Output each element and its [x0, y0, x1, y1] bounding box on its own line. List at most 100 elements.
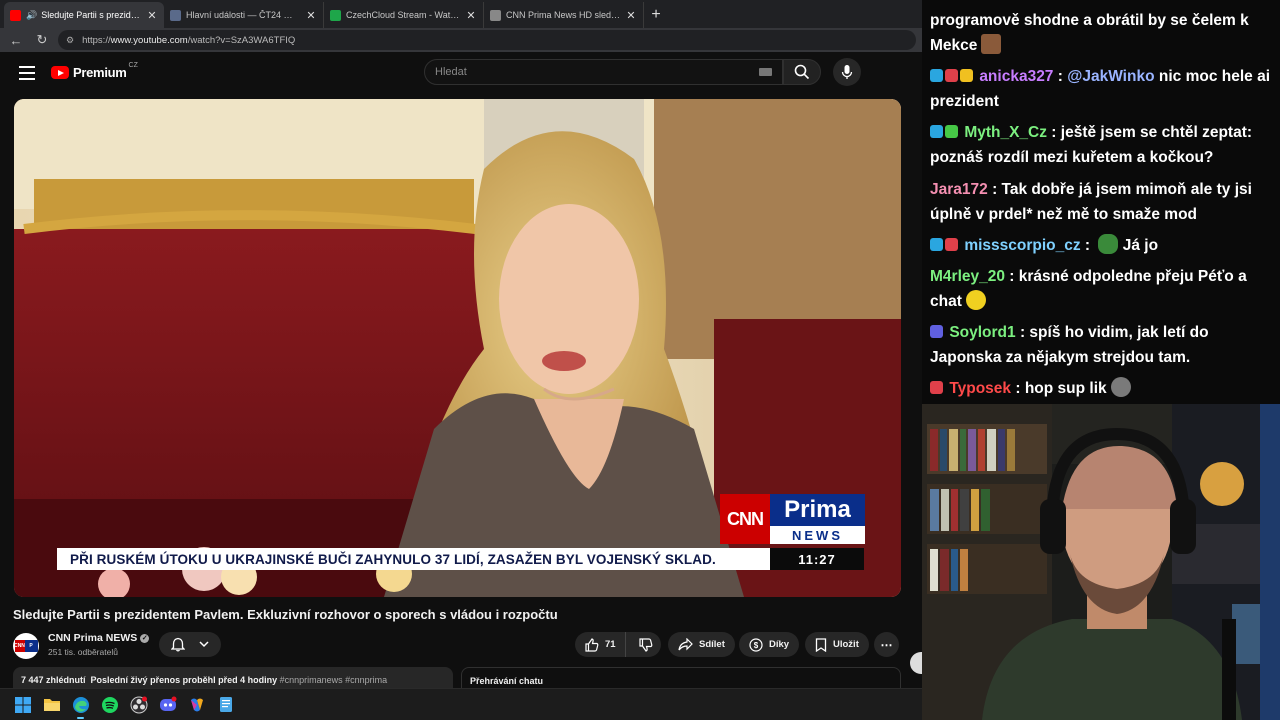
voice-search-button[interactable] — [833, 58, 861, 86]
badge-icon — [930, 125, 943, 138]
channel-avatar[interactable]: CNN P — [13, 633, 39, 659]
tab-strip: 🔊 Sledujte Partii s prezidentem ✕ Hlavní… — [0, 0, 922, 28]
thanks-button[interactable]: $ Díky — [739, 632, 800, 657]
new-tab-button[interactable]: + — [644, 2, 668, 28]
keyboard-icon[interactable] — [759, 68, 772, 76]
thumbs-up-icon — [585, 637, 599, 652]
side-panel-toggle[interactable] — [910, 652, 922, 674]
share-button[interactable]: Sdílet — [668, 632, 735, 657]
logo-country: CZ — [128, 62, 138, 69]
chat-mention: @JakWinko — [1067, 68, 1155, 85]
badge-icon — [945, 69, 958, 82]
youtube-header: Premium CZ Hledat — [0, 52, 922, 94]
close-tab-icon[interactable]: ✕ — [465, 9, 477, 22]
search-placeholder: Hledat — [435, 66, 467, 78]
more-icon: ⋯ — [880, 637, 893, 652]
webcam-frame — [922, 404, 1280, 720]
ticker-headline: PŘI RUSKÉM ÚTOKU U UKRAJINSKÉ BUČI ZAHYN… — [57, 548, 770, 570]
menu-icon[interactable] — [19, 66, 35, 80]
chat-message: Typosek : hop sup lik — [930, 376, 1272, 401]
spotify-icon[interactable] — [99, 694, 120, 715]
share-icon — [678, 638, 693, 651]
dislike-button[interactable] — [632, 637, 661, 652]
close-tab-icon[interactable]: ✕ — [146, 9, 158, 22]
bell-icon — [171, 637, 185, 652]
video-player[interactable]: CNN Prima NEWS PŘI RUSKÉM ÚTOKU U UKRAJI… — [14, 99, 901, 597]
site-info-icon[interactable]: ⚙ — [66, 35, 74, 46]
prima-news-logo: Prima NEWS — [770, 494, 865, 544]
chat-username[interactable]: anicka327 — [979, 68, 1053, 85]
avatar-cnn-part: CNN — [14, 640, 25, 652]
tab-title: Sledujte Partii s prezidentem — [41, 10, 142, 20]
chat-username[interactable]: Jara172 — [930, 181, 988, 198]
edge-browser-icon[interactable] — [70, 694, 91, 719]
url-field[interactable]: ⚙ https://www.youtube.com/watch?v=SzA3WA… — [58, 30, 916, 50]
search-button[interactable] — [783, 59, 821, 85]
badge-icon — [930, 325, 943, 338]
reload-button[interactable]: ↻ — [32, 30, 52, 50]
discord-icon[interactable] — [157, 694, 178, 715]
emote-icon — [981, 34, 1002, 54]
chat-message: Soylord1 : spíš ho vidim, jak letí do Ja… — [930, 324, 1209, 366]
browser-tab-ct24[interactable]: Hlavní události — ČT24 — Česká ✕ — [164, 2, 324, 28]
cnn-logo: CNN — [720, 494, 770, 544]
more-actions-button[interactable]: ⋯ — [874, 632, 899, 657]
ticker-clock: 11:27 — [770, 548, 864, 570]
browser-tab-youtube[interactable]: 🔊 Sledujte Partii s prezidentem ✕ — [4, 2, 164, 28]
browser-tab-czechcloud[interactable]: CzechCloud Stream - Watch Live o ✕ — [324, 2, 484, 28]
channel-name[interactable]: CNN Prima NEWS ✓ — [48, 632, 150, 644]
tab-title: CzechCloud Stream - Watch Live o — [346, 10, 461, 20]
chevron-down-icon — [199, 641, 209, 648]
desktop: 🔊 Sledujte Partii s prezidentem ✕ Hlavní… — [0, 0, 1280, 720]
chat-username[interactable]: Typosek — [949, 380, 1011, 397]
close-tab-icon[interactable]: ✕ — [305, 9, 317, 22]
close-tab-icon[interactable]: ✕ — [625, 9, 637, 22]
cnnprima-favicon-icon — [490, 9, 501, 21]
chat-replay-label: Přehrávání chatu — [470, 676, 544, 686]
chat-username[interactable]: M4rley_20 — [930, 268, 1005, 285]
back-button[interactable]: ← — [6, 30, 26, 50]
save-button[interactable]: Uložit — [805, 632, 869, 657]
avatar-prima-part: P — [24, 640, 38, 652]
file-explorer-icon[interactable] — [41, 694, 62, 715]
live-status: Poslední živý přenos proběhl před 4 hodi… — [90, 675, 278, 685]
thanks-label: Díky — [769, 639, 790, 650]
tab-title: Hlavní události — ČT24 — Česká — [186, 10, 301, 20]
wave-emote-icon — [965, 290, 986, 310]
news-ticker: PŘI RUSKÉM ÚTOKU U UKRAJINSKÉ BUČI ZAHYN… — [57, 548, 893, 570]
svg-text:$: $ — [754, 641, 759, 650]
save-icon — [815, 637, 827, 652]
obs-studio-icon[interactable] — [128, 694, 149, 715]
turtle-emote-icon — [1098, 234, 1119, 254]
speaker-icon: 🔊 — [26, 9, 38, 20]
chat-username[interactable]: Soylord1 — [949, 324, 1015, 341]
chat-username[interactable]: Myth_X_Cz — [964, 124, 1047, 141]
youtube-logo[interactable]: Premium CZ — [51, 62, 138, 80]
badge-icon — [945, 125, 958, 138]
verified-icon: ✓ — [140, 633, 150, 643]
notification-button[interactable] — [159, 632, 221, 657]
view-count: 7 447 zhlédnutí — [21, 675, 86, 685]
like-dislike-group: 71 — [575, 632, 661, 657]
description-box[interactable]: 7 447 zhlédnutí Poslední živý přenos pro… — [13, 667, 453, 688]
like-button[interactable]: 71 — [575, 632, 626, 657]
chat-message-text: hop sup lik — [1024, 380, 1107, 397]
windows-start-icon[interactable] — [12, 694, 33, 715]
crown-badge-icon — [960, 69, 973, 82]
youtube-play-icon — [51, 66, 69, 79]
chat-replay-panel[interactable]: Přehrávání chatu — [461, 667, 901, 688]
chat-username[interactable]: missscorpio_cz — [964, 237, 1080, 254]
search-input[interactable]: Hledat — [424, 59, 783, 85]
prima-logo-top: Prima — [770, 494, 865, 526]
copilot-icon[interactable] — [186, 694, 207, 715]
thanks-icon: $ — [749, 637, 763, 652]
notepad-icon[interactable] — [215, 694, 236, 715]
url-prefix: https:// — [82, 34, 111, 46]
chat-message: Jara172 : Tak dobře já jsem mimoň ale ty… — [930, 181, 1252, 223]
czechcloud-favicon-icon — [330, 9, 341, 21]
chat-message: Myth_X_Cz : ještě jsem se chtěl zeptat: … — [930, 124, 1253, 166]
browser-tab-cnnprima[interactable]: CNN Prima News HD sledujte onli ✕ — [484, 2, 644, 28]
taskbar — [0, 688, 922, 720]
chat-message: programově shodne a obrátil by se čelem … — [930, 8, 1272, 58]
badge-icon — [930, 381, 943, 394]
